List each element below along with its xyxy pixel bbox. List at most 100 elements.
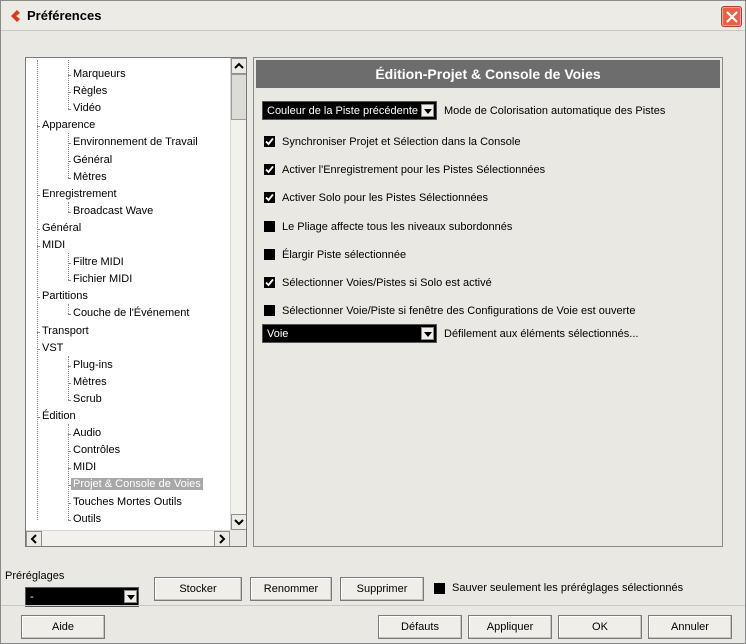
tree-item[interactable]: Environnement de Travail xyxy=(71,134,200,151)
tree-item[interactable]: Mètres xyxy=(71,169,109,186)
option-label: Sélectionner Voie/Piste si fenêtre des C… xyxy=(282,305,636,318)
tree-item[interactable]: Fichier MIDI xyxy=(71,271,134,288)
preferences-tree[interactable]: Marqueurs Règles Vidéo Apparence Environneme… xyxy=(25,57,247,547)
scrollbar-corner xyxy=(230,530,246,546)
scroll-mode-value: Voie xyxy=(267,328,289,340)
defaults-button[interactable]: Défauts xyxy=(378,615,462,639)
tree-item[interactable]: Règles xyxy=(71,83,109,100)
scroll-up-button[interactable] xyxy=(231,58,246,74)
tree-item[interactable]: MIDI xyxy=(71,459,98,476)
checkmark-icon xyxy=(265,137,274,146)
scroll-mode-dropdown[interactable]: Voie xyxy=(262,324,437,343)
rename-button[interactable]: Renommer xyxy=(250,577,332,601)
tree-items: Marqueurs Règles Vidéo Apparence Environneme… xyxy=(26,60,230,528)
tree-item-label: Apparence xyxy=(42,119,96,132)
ok-button[interactable]: OK xyxy=(558,615,642,639)
scroll-left-button[interactable] xyxy=(26,531,42,546)
option-checkbox[interactable] xyxy=(264,136,275,147)
delete-button[interactable]: Supprimer xyxy=(340,577,424,601)
tree-item-label: MIDI xyxy=(73,461,97,474)
option-checkbox[interactable] xyxy=(264,164,275,176)
tree-item[interactable]: Broadcast Wave xyxy=(71,203,155,220)
option-checkbox[interactable] xyxy=(264,305,275,317)
option-label: Sélectionner Voies/Pistes si Solo est ac… xyxy=(282,277,492,289)
tree-connector xyxy=(68,280,70,282)
tree-item-label: Mètres xyxy=(73,375,107,388)
tree-connector xyxy=(37,348,39,350)
tree-item[interactable]: Plug-ins xyxy=(71,357,115,374)
option-checkbox[interactable] xyxy=(264,248,275,260)
tree-item[interactable]: Filtre MIDI xyxy=(71,254,126,271)
tree-item[interactable]: Scrub xyxy=(71,391,104,408)
tree-item[interactable]: Vidéo xyxy=(71,100,103,117)
apply-button[interactable]: Appliquer xyxy=(468,615,552,639)
dropdown-arrow-icon xyxy=(421,104,434,117)
tree-item-label: Projet & Console de Voies xyxy=(71,478,203,491)
close-button[interactable] xyxy=(721,6,742,27)
tree-item[interactable]: Général xyxy=(71,152,114,169)
tree-branch xyxy=(68,60,69,110)
tree-item[interactable]: Transport xyxy=(40,323,91,340)
vertical-scrollbar[interactable] xyxy=(230,58,246,530)
tree-branch xyxy=(68,253,69,281)
cancel-button[interactable]: Annuler xyxy=(648,615,732,639)
tree-item[interactable]: Édition xyxy=(40,408,78,425)
tree-item[interactable]: Contrôles xyxy=(71,442,122,459)
tree-item[interactable]: Mètres xyxy=(71,374,109,391)
tree-item[interactable]: Touches Mortes Outils xyxy=(71,494,184,511)
tree-item-label: Marqueurs xyxy=(73,68,126,80)
tree-item[interactable]: Enregistrement xyxy=(40,186,119,203)
dropdown-arrow-icon xyxy=(124,590,137,603)
presets-dropdown[interactable]: - xyxy=(25,587,139,607)
tree-connector xyxy=(68,519,70,521)
option-checkbox[interactable] xyxy=(264,277,275,288)
tree-item[interactable]: VST xyxy=(40,340,65,357)
option-checkbox[interactable] xyxy=(264,220,275,232)
checkmark-icon xyxy=(265,166,274,174)
tree-item[interactable]: MIDI xyxy=(40,237,67,254)
tree-connector xyxy=(37,417,39,418)
option-label: Synchroniser Projet et Sélection dans la… xyxy=(282,136,521,148)
tree-item[interactable]: Général xyxy=(40,220,83,237)
tree-item[interactable]: Projet & Console de Voies xyxy=(71,476,203,493)
tree-item-label: Couche de l'Événement xyxy=(73,307,190,320)
tree-branch xyxy=(68,201,69,212)
color-mode-value: Couleur de la Piste précédente xyxy=(267,105,419,117)
close-icon xyxy=(726,11,738,23)
tree-item[interactable]: Marqueurs xyxy=(71,66,128,83)
tree-item[interactable]: Apparence xyxy=(40,117,97,134)
tree-item[interactable]: Audio xyxy=(71,425,103,442)
horizontal-scrollbar[interactable] xyxy=(26,530,230,546)
tree-connector xyxy=(37,297,39,299)
tree-branch xyxy=(68,424,69,520)
store-button[interactable]: Stocker xyxy=(154,577,242,601)
option-label: Élargir Piste sélectionnée xyxy=(282,248,407,261)
scroll-down-button[interactable] xyxy=(231,514,246,530)
tree-connector xyxy=(37,228,39,230)
help-button[interactable]: Aide xyxy=(21,615,105,639)
tree-item-label: Transport xyxy=(42,324,89,337)
scroll-right-button[interactable] xyxy=(214,531,230,546)
tree-item[interactable]: Partitions xyxy=(40,288,90,305)
vertical-scroll-thumb[interactable] xyxy=(231,74,246,120)
tree-item-label: Touches Mortes Outils xyxy=(73,495,182,508)
tree-branch xyxy=(68,133,69,178)
tree-item[interactable]: Couche de l'Événement xyxy=(71,305,191,322)
preferences-window: Préférences Marqueurs Règles Vidéo Apparenc… xyxy=(0,0,746,644)
tree-connector xyxy=(37,246,39,247)
tree-item-label: Scrub xyxy=(73,392,102,405)
title-bar[interactable]: Préférences xyxy=(1,1,745,31)
color-mode-dropdown[interactable]: Couleur de la Piste précédente xyxy=(262,101,437,120)
checkmark-icon xyxy=(265,278,274,287)
tree-item[interactable]: Outils xyxy=(71,511,103,528)
tree-item-label: Partitions xyxy=(42,290,88,303)
tree-connector xyxy=(37,194,39,196)
presets-label: Préréglages xyxy=(5,570,65,582)
tree-item-label: Outils xyxy=(73,512,102,525)
tree-item-label: Général xyxy=(42,221,82,234)
option-checkbox[interactable] xyxy=(264,192,275,204)
save-selected-checkbox[interactable] xyxy=(434,583,445,594)
tree-item-label: Règles xyxy=(73,85,108,98)
tree-branch xyxy=(68,304,69,315)
tree-connector xyxy=(68,399,70,401)
